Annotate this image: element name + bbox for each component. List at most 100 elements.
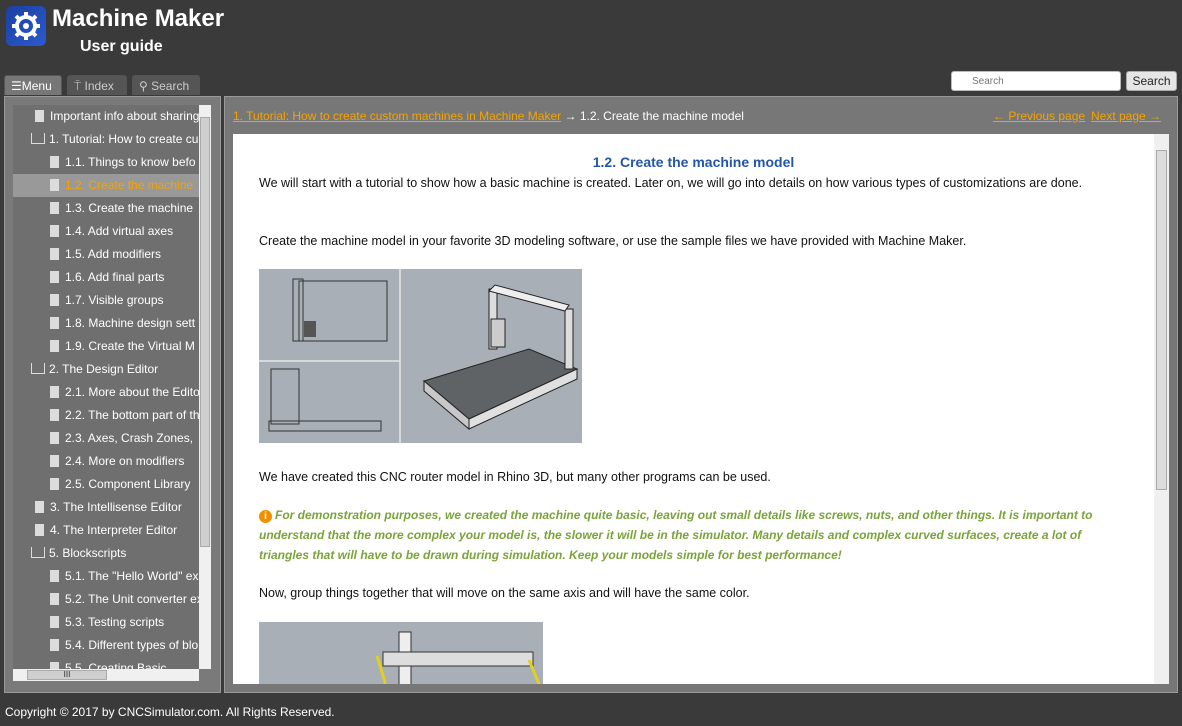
toc-item[interactable]: 1.8. Machine design sett bbox=[13, 312, 199, 335]
toc-item-label: 1. Tutorial: How to create cu bbox=[49, 132, 199, 146]
app-title: Machine Maker bbox=[52, 5, 225, 32]
tab-index[interactable]: ⍑ Index bbox=[67, 75, 127, 95]
toc-item-label: 1.6. Add final parts bbox=[65, 270, 165, 284]
article-paragraph: Now, group things together that will mov… bbox=[259, 586, 750, 600]
breadcrumb: 1. Tutorial: How to create custom machin… bbox=[233, 109, 744, 123]
breadcrumb-parent-link[interactable]: 1. Tutorial: How to create custom machin… bbox=[233, 109, 561, 123]
toc-item-label: 5.3. Testing scripts bbox=[65, 615, 165, 629]
search-button[interactable]: Search bbox=[1126, 71, 1177, 91]
article-page: 1.2. Create the machine model We will st… bbox=[233, 134, 1154, 684]
search-input[interactable] bbox=[951, 71, 1121, 91]
toc-item[interactable]: 1.1. Things to know befo bbox=[13, 151, 199, 174]
page-icon bbox=[50, 340, 59, 352]
page-icon bbox=[50, 179, 59, 191]
article-paragraph: We will start with a tutorial to show ho… bbox=[259, 176, 1083, 190]
toc-item[interactable]: 2.4. More on modifiers bbox=[13, 450, 199, 473]
footer-copyright: Copyright © 2017 by CNCSimulator.com. Al… bbox=[5, 705, 335, 719]
list-icon: ☰ bbox=[11, 79, 22, 93]
toc-item-label: 2.3. Axes, Crash Zones, bbox=[65, 431, 194, 445]
pin-icon: ⍑ bbox=[74, 79, 85, 93]
scroll-thumb[interactable] bbox=[1156, 150, 1167, 490]
book-icon bbox=[31, 133, 45, 144]
page-icon bbox=[50, 271, 59, 283]
tab-search[interactable]: ⚲ Search bbox=[132, 75, 200, 95]
toc-item-label: 5.5. Creating Basic bbox=[65, 661, 167, 669]
book-icon bbox=[31, 363, 45, 374]
toc-item[interactable]: 1.2. Create the machine bbox=[13, 174, 199, 197]
toc-item[interactable]: 5.1. The "Hello World" ex bbox=[13, 565, 199, 588]
app-subtitle: User guide bbox=[80, 38, 163, 55]
toc-item-label: 1.8. Machine design sett bbox=[65, 316, 196, 330]
page-icon bbox=[50, 455, 59, 467]
toc-item-label: 2.4. More on modifiers bbox=[65, 454, 185, 468]
toc-item[interactable]: 5.5. Creating Basic bbox=[13, 657, 199, 669]
info-icon: i bbox=[259, 510, 272, 523]
grouped-model-image bbox=[259, 622, 543, 684]
page-icon bbox=[50, 202, 59, 214]
article-paragraph: We have created this CNC router model in… bbox=[259, 470, 771, 484]
page-icon bbox=[35, 501, 44, 513]
toc-item[interactable]: 1.4. Add virtual axes bbox=[13, 220, 199, 243]
toc-item[interactable]: 1.5. Add modifiers bbox=[13, 243, 199, 266]
tab-search-label: Search bbox=[151, 79, 190, 93]
toc-item-label: 5.4. Different types of blo bbox=[65, 638, 199, 652]
tab-menu-label: Menu bbox=[21, 79, 52, 93]
toc-item[interactable]: 1. Tutorial: How to create cu bbox=[13, 128, 199, 151]
info-note-text: For demonstration purposes, we created t… bbox=[259, 508, 1093, 562]
toc-tree: Important info about sharing 1. Tutorial:… bbox=[13, 105, 199, 669]
toc-item-label: 2.2. The bottom part of th bbox=[65, 408, 199, 422]
page-icon bbox=[50, 409, 59, 421]
article-scrollbar[interactable] bbox=[1154, 134, 1169, 684]
toc-item-label: 1.4. Add virtual axes bbox=[65, 224, 174, 238]
scroll-thumb[interactable] bbox=[200, 117, 210, 547]
page-icon bbox=[50, 317, 59, 329]
tab-menu[interactable]: ☰Menu bbox=[4, 75, 62, 95]
sidebar: Important info about sharing 1. Tutorial:… bbox=[4, 96, 221, 693]
toc-item-label: 2.1. More about the Edito bbox=[65, 385, 199, 399]
page-icon bbox=[50, 156, 59, 168]
page-icon bbox=[50, 248, 59, 260]
toc-item[interactable]: 2.1. More about the Edito bbox=[13, 381, 199, 404]
page-icon bbox=[50, 639, 59, 651]
toc-vertical-scrollbar[interactable] bbox=[199, 105, 211, 669]
search-icon: ⚲ bbox=[139, 79, 152, 93]
page-icon bbox=[50, 593, 59, 605]
book-icon bbox=[31, 547, 45, 558]
toc-item-label: 1.9. Create the Virtual M bbox=[65, 339, 195, 353]
next-page-link[interactable]: Next page → bbox=[1091, 109, 1161, 123]
toc-item-label: 1.2. Create the machine bbox=[65, 178, 194, 192]
toc-item[interactable]: 5.4. Different types of blo bbox=[13, 634, 199, 657]
toc-item-label: 1.7. Visible groups bbox=[65, 293, 164, 307]
toc-item-label: 1.3. Create the machine bbox=[65, 201, 194, 215]
toc-item[interactable]: 1.6. Add final parts bbox=[13, 266, 199, 289]
toc-item[interactable]: 2.2. The bottom part of th bbox=[13, 404, 199, 427]
toc-item[interactable]: 5.2. The Unit converter ex bbox=[13, 588, 199, 611]
gear-icon bbox=[6, 6, 46, 46]
toc-item[interactable]: 1.3. Create the machine bbox=[13, 197, 199, 220]
page-icon bbox=[35, 110, 44, 122]
toc-item-label: 4. The Interpreter Editor bbox=[50, 523, 178, 537]
toc-item-label: 5. Blockscripts bbox=[49, 546, 127, 560]
toc-item[interactable]: 1.7. Visible groups bbox=[13, 289, 199, 312]
toc-item[interactable]: Important info about sharing bbox=[13, 105, 199, 128]
toc-item-label: 1.1. Things to know befo bbox=[65, 155, 196, 169]
toc-item[interactable]: 5. Blockscripts bbox=[13, 542, 199, 565]
info-note: i For demonstration purposes, we created … bbox=[259, 505, 1119, 565]
toc-item[interactable]: 2.5. Component Library bbox=[13, 473, 199, 496]
toc-item[interactable]: 5.3. Testing scripts bbox=[13, 611, 199, 634]
toc-item[interactable]: 2.3. Axes, Crash Zones, bbox=[13, 427, 199, 450]
previous-page-link[interactable]: ← Previous page bbox=[993, 109, 1085, 123]
scroll-thumb[interactable]: III bbox=[27, 670, 107, 680]
toc-item-label: 5.2. The Unit converter ex bbox=[65, 592, 199, 606]
toc-item[interactable]: 2. The Design Editor bbox=[13, 358, 199, 381]
toc-item-label: 3. The Intellisense Editor bbox=[50, 500, 182, 514]
page-icon bbox=[50, 294, 59, 306]
toc-item[interactable]: 1.9. Create the Virtual M bbox=[13, 335, 199, 358]
page-icon bbox=[50, 616, 59, 628]
toc-item[interactable]: 4. The Interpreter Editor bbox=[13, 519, 199, 542]
toc-item[interactable]: 3. The Intellisense Editor bbox=[13, 496, 199, 519]
breadcrumb-current: 1.2. Create the machine model bbox=[579, 109, 744, 123]
article-title: 1.2. Create the machine model bbox=[592, 154, 795, 170]
page-icon bbox=[50, 432, 59, 444]
toc-horizontal-scrollbar[interactable]: III bbox=[13, 669, 199, 681]
